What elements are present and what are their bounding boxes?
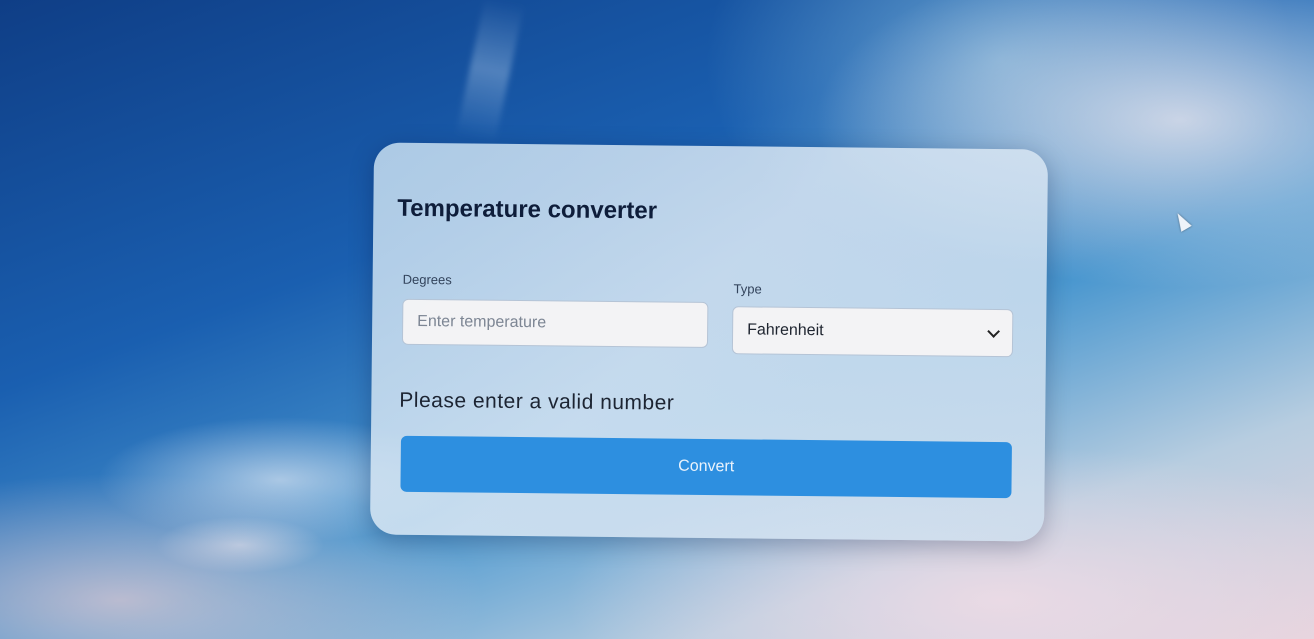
convert-button[interactable]: Convert — [400, 435, 1012, 499]
converter-card: Temperature converter Degrees Type Fahre… — [369, 142, 1049, 542]
degrees-input[interactable] — [401, 298, 709, 348]
page-title: Temperature converter — [397, 194, 658, 225]
error-message: Please enter a valid number — [399, 388, 675, 415]
type-select-value: Fahrenheit — [747, 321, 824, 340]
type-label: Type — [733, 281, 762, 297]
mouse-cursor-icon — [1172, 210, 1192, 232]
type-select[interactable]: Fahrenheit — [731, 306, 1014, 358]
desktop-background: Temperature converter Degrees Type Fahre… — [0, 0, 1314, 639]
cloud-wisp — [455, 0, 525, 143]
degrees-label: Degrees — [402, 271, 452, 288]
